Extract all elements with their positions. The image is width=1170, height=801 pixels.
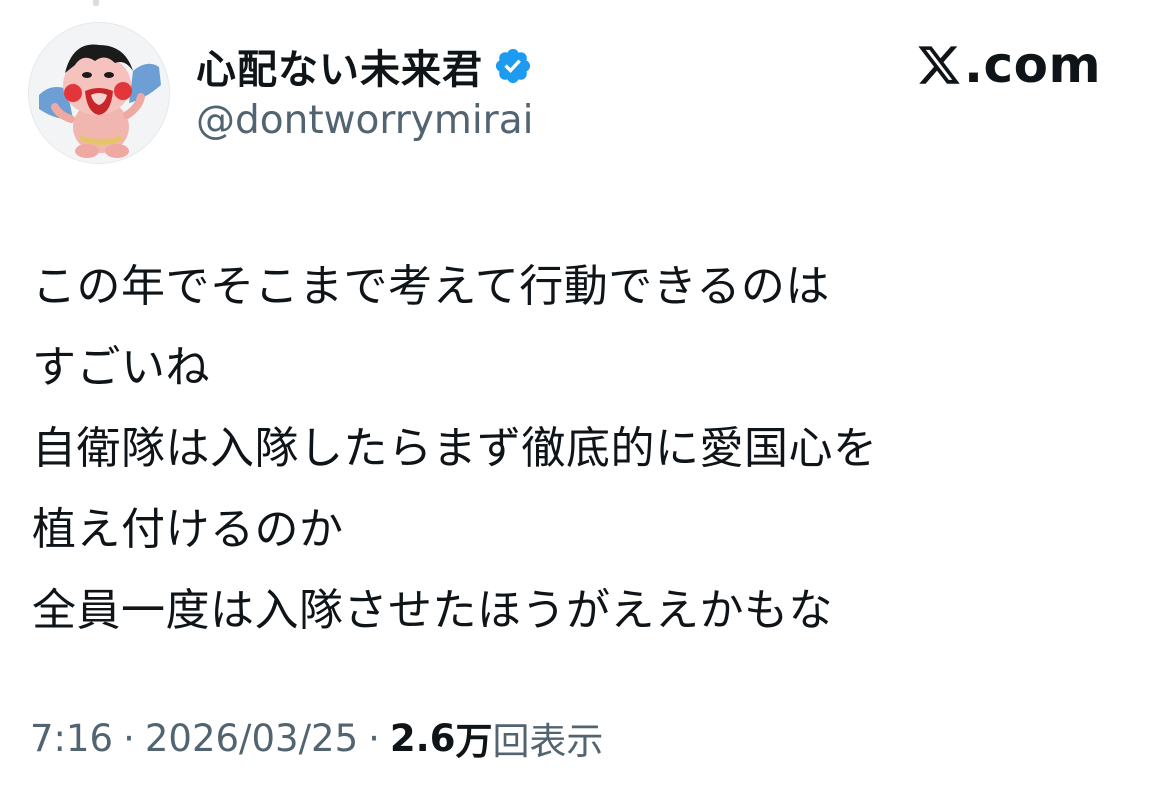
tweet-meta: 7:16 · 2026/03/25 · 2.6 万 回表示 bbox=[30, 712, 603, 764]
meta-separator: · bbox=[368, 716, 380, 760]
tweet-text: この年でそこまで考えて行動できるのは すごいね 自衛隊は入隊したらまず徹底的に愛… bbox=[32, 246, 1132, 651]
tweet-line: すごいね bbox=[32, 342, 210, 393]
views-label: 回表示 bbox=[492, 720, 604, 763]
brand-logo: .com bbox=[916, 34, 1101, 96]
display-name-row: 心配ない未来君 bbox=[196, 36, 533, 96]
tweet-date[interactable]: 2026/03/25 bbox=[145, 717, 358, 760]
tweet-time[interactable]: 7:16 bbox=[30, 717, 113, 760]
tweet-line: 植え付けるのか bbox=[32, 504, 344, 555]
user-handle[interactable]: @dontworrymirai bbox=[196, 98, 533, 143]
avatar[interactable] bbox=[28, 22, 170, 164]
meta-separator: · bbox=[123, 716, 135, 760]
tweet-line: 全員一度は入隊させたほうがええかもな bbox=[32, 585, 833, 636]
brand-domain: .com bbox=[964, 36, 1102, 94]
views-count[interactable]: 2.6 bbox=[390, 717, 456, 760]
views-unit: 万 bbox=[455, 720, 493, 763]
tweet-line: 自衛隊は入隊したらまず徹底的に愛国心を bbox=[32, 423, 878, 474]
display-name[interactable]: 心配ない未来君 bbox=[196, 37, 483, 95]
x-logo-icon bbox=[918, 46, 960, 84]
scroll-indicator bbox=[93, 0, 99, 6]
verified-badge-icon bbox=[495, 48, 531, 84]
tweet-line: この年でそこまで考えて行動できるのは bbox=[32, 261, 830, 312]
